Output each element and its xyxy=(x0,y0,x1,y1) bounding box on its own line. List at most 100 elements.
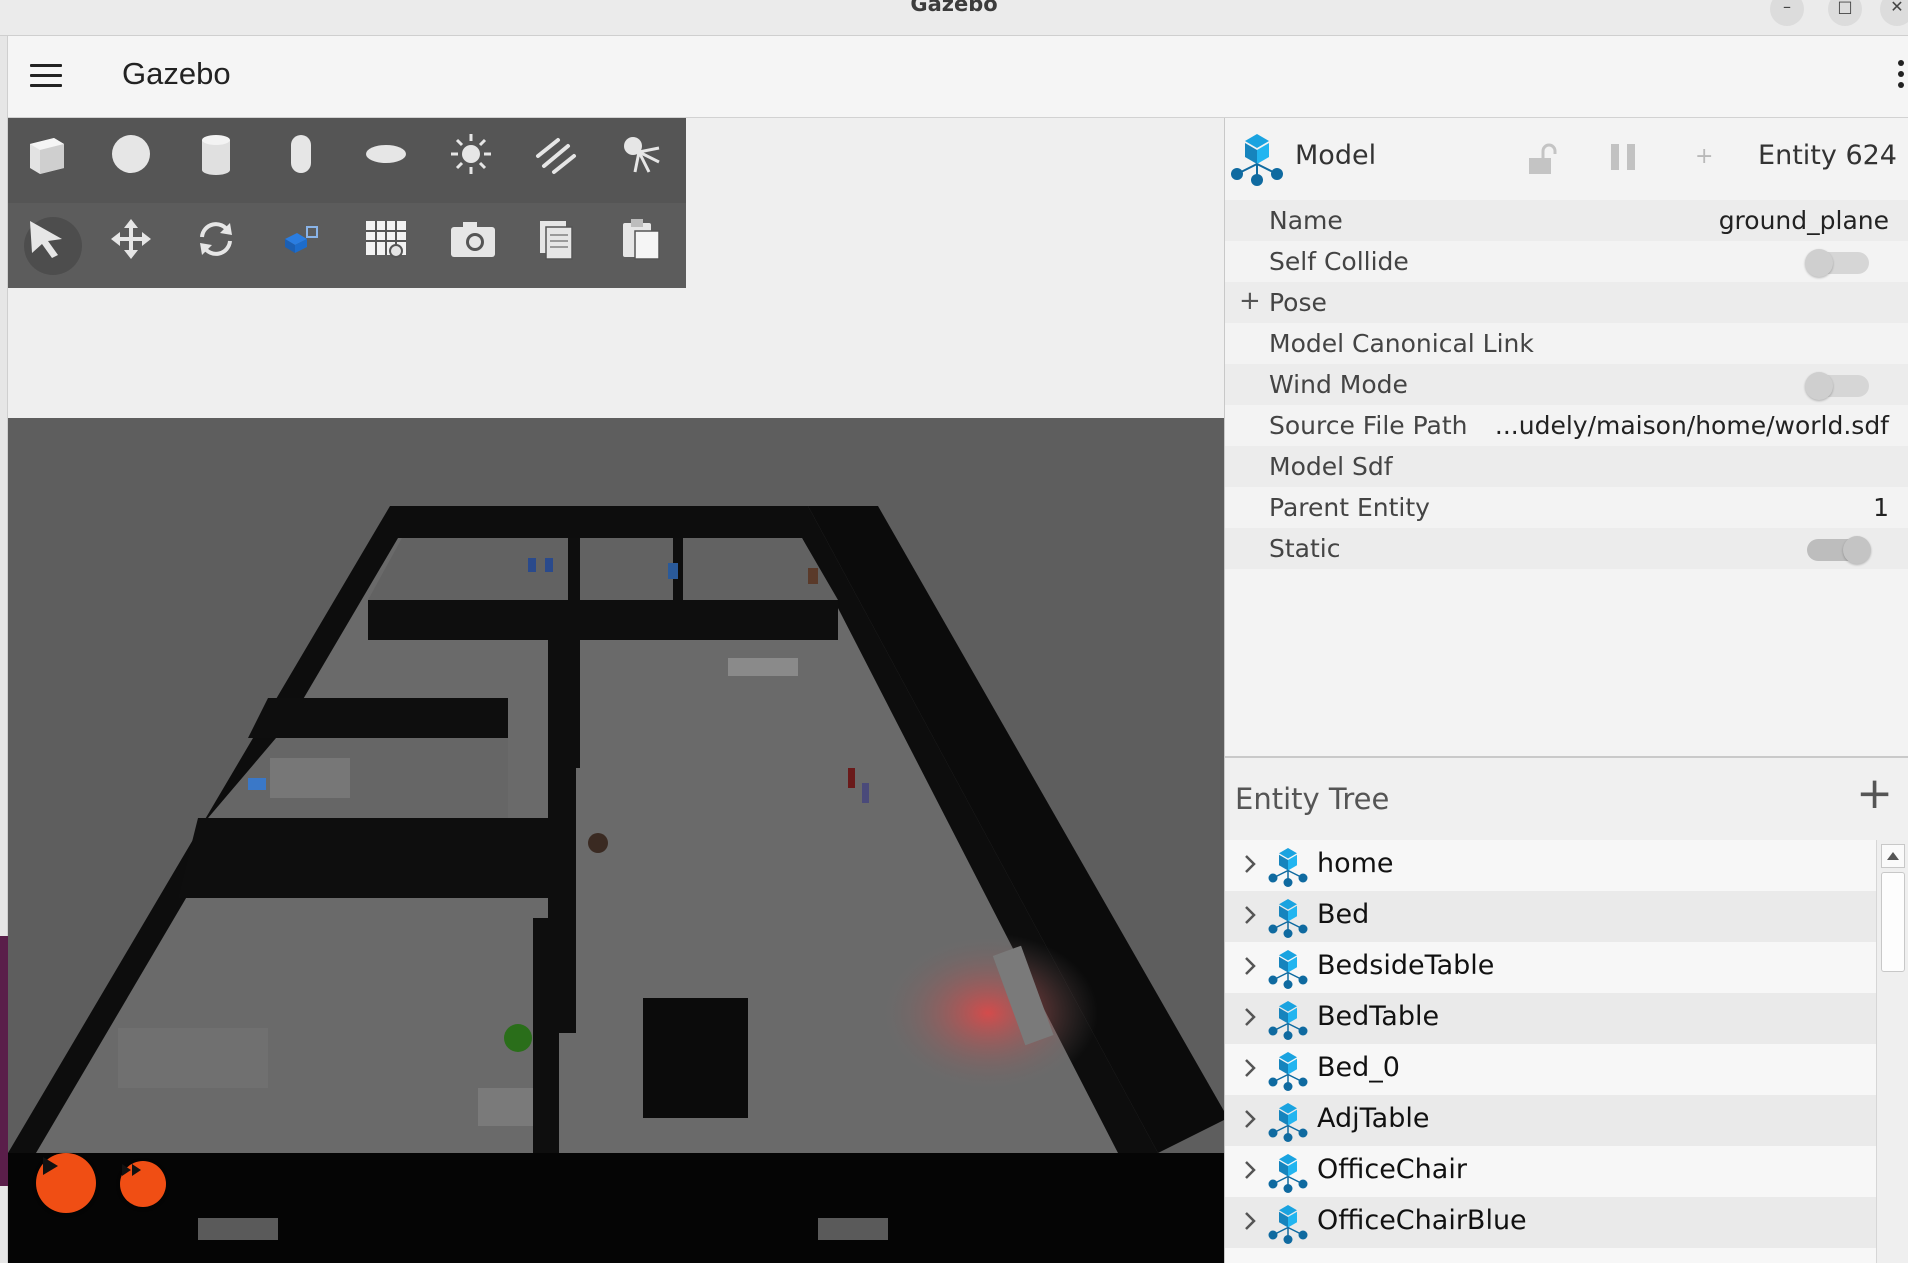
ellipsoid-icon[interactable] xyxy=(364,132,422,190)
chevron-right-icon[interactable] xyxy=(1243,1159,1257,1185)
model-icon xyxy=(1267,1100,1309,1146)
model-icon xyxy=(1229,130,1285,190)
entity-tree-title: Entity Tree xyxy=(1235,782,1390,816)
window-titlebar[interactable]: Gazebo – □ ✕ xyxy=(0,0,1908,36)
play-icon xyxy=(43,1157,58,1175)
expand-icon[interactable]: + xyxy=(1239,286,1261,316)
entity-tree-item-label: AdjTable xyxy=(1317,1103,1430,1134)
model-icon xyxy=(1267,1202,1309,1248)
prop-row-pose[interactable]: + Pose xyxy=(1225,282,1908,323)
kebab-menu-icon[interactable] xyxy=(1896,58,1906,98)
wind-mode-toggle[interactable] xyxy=(1805,372,1869,400)
screenshot-camera-icon[interactable] xyxy=(449,217,507,275)
prop-row-static: Static xyxy=(1225,528,1908,569)
minimize-icon: – xyxy=(1783,0,1791,16)
model-icon xyxy=(1267,845,1309,891)
right-panel: Model + Entity 624 Name ground_plane Sel… xyxy=(1224,118,1908,1263)
scene-toolbar xyxy=(8,118,686,288)
prop-label: Pose xyxy=(1269,288,1327,317)
desktop-edge xyxy=(0,36,8,1263)
chevron-right-icon[interactable] xyxy=(1243,853,1257,879)
entity-tree-item[interactable]: BedTable xyxy=(1225,993,1876,1044)
scrollbar-thumb[interactable] xyxy=(1881,872,1905,972)
fast-forward-icon xyxy=(122,1164,141,1176)
prop-row-parent-entity: Parent Entity 1 xyxy=(1225,487,1908,528)
play-button[interactable] xyxy=(36,1153,96,1213)
box-icon[interactable] xyxy=(24,132,82,190)
prop-label: Wind Mode xyxy=(1269,370,1408,399)
entity-tree-item[interactable]: OfficeChairBlue xyxy=(1225,1197,1876,1248)
entity-tree-item-label: BedTable xyxy=(1317,1001,1440,1032)
sphere-icon[interactable] xyxy=(109,132,167,190)
chevron-right-icon[interactable] xyxy=(1243,1108,1257,1134)
self-collide-toggle[interactable] xyxy=(1805,249,1869,277)
gazebo-window: Gazebo – □ ✕ Gazebo Model + Entity 624 N… xyxy=(0,0,1908,1263)
transform-control-icon[interactable] xyxy=(279,217,337,275)
app-header: Gazebo xyxy=(8,36,1908,118)
prop-label: Parent Entity xyxy=(1269,493,1430,522)
copy-icon[interactable] xyxy=(534,217,592,275)
prop-label: Name xyxy=(1269,206,1343,235)
directional-light-icon[interactable] xyxy=(534,132,592,190)
entity-tree-scrollbar[interactable] xyxy=(1876,840,1908,1263)
scene-3d-viewport[interactable] xyxy=(8,118,1224,1263)
capsule-icon[interactable] xyxy=(279,132,337,190)
model-icon xyxy=(1267,998,1309,1044)
rotate-icon[interactable] xyxy=(194,217,252,275)
pause-icon[interactable] xyxy=(1607,142,1639,176)
entity-tree-item-label: Bed xyxy=(1317,899,1370,930)
spot-light-icon[interactable] xyxy=(619,132,677,190)
unlock-icon[interactable] xyxy=(1525,142,1557,180)
prop-label: Source File Path xyxy=(1269,411,1468,440)
entity-tree-item[interactable]: OfficeChair xyxy=(1225,1146,1876,1197)
prop-row-wind-mode: Wind Mode xyxy=(1225,364,1908,405)
entity-tree-item[interactable]: BedsideTable xyxy=(1225,942,1876,993)
minimize-button[interactable]: – xyxy=(1770,0,1804,26)
close-button[interactable]: ✕ xyxy=(1880,0,1908,26)
point-light-icon[interactable] xyxy=(449,132,507,190)
translate-icon[interactable] xyxy=(109,217,167,275)
prop-row-model-sdf: Model Sdf xyxy=(1225,446,1908,487)
add-entity-button[interactable]: + xyxy=(1856,772,1893,816)
model-icon xyxy=(1267,947,1309,993)
entity-tree-item-label: OfficeChair xyxy=(1317,1154,1467,1185)
prop-value[interactable]: ground_plane xyxy=(1719,206,1889,235)
chevron-right-icon[interactable] xyxy=(1243,1057,1257,1083)
entity-tree-item[interactable]: home xyxy=(1225,840,1876,891)
maximize-button[interactable]: □ xyxy=(1828,0,1862,26)
entity-tree-list: home Bed BedsideTable BedTable Bed_0 AdjTable… xyxy=(1225,840,1876,1263)
chevron-right-icon[interactable] xyxy=(1243,1006,1257,1032)
scroll-up-arrow-icon[interactable] xyxy=(1881,844,1905,868)
cylinder-icon[interactable] xyxy=(194,132,252,190)
scene-render xyxy=(8,118,1224,1263)
static-toggle[interactable] xyxy=(1807,536,1871,564)
select-icon[interactable] xyxy=(24,217,82,275)
entity-tree-item-label: Bed_0 xyxy=(1317,1052,1400,1083)
chevron-right-icon[interactable] xyxy=(1243,1210,1257,1236)
paste-icon[interactable] xyxy=(619,217,677,275)
hamburger-menu-icon[interactable] xyxy=(30,62,64,90)
grid-snap-icon[interactable] xyxy=(364,217,422,275)
shapes-toolbar-row xyxy=(8,118,686,203)
prop-row-source-file-path: Source File Path ...udely/maison/home/wo… xyxy=(1225,405,1908,446)
entity-tree-item[interactable]: Bed xyxy=(1225,891,1876,942)
prop-label: Self Collide xyxy=(1269,247,1409,276)
window-title: Gazebo xyxy=(910,0,998,16)
prop-row-self-collide: Self Collide xyxy=(1225,241,1908,282)
component-inspector-header: Model + Entity 624 xyxy=(1225,118,1908,200)
entity-tree-item[interactable]: Bed_0 xyxy=(1225,1044,1876,1095)
entity-tree-item-label: home xyxy=(1317,848,1394,879)
model-icon xyxy=(1267,896,1309,942)
prop-label: Static xyxy=(1269,534,1341,563)
chevron-right-icon[interactable] xyxy=(1243,955,1257,981)
entity-tree-item[interactable]: AdjTable xyxy=(1225,1095,1876,1146)
prop-label: Model Canonical Link xyxy=(1269,329,1534,358)
entity-tree-item-label: OfficeChairBlue xyxy=(1317,1205,1527,1236)
maximize-icon: □ xyxy=(1837,0,1853,16)
transform-toolbar-row xyxy=(8,203,686,288)
entity-tree-header: Entity Tree + xyxy=(1225,758,1908,840)
chevron-right-icon[interactable] xyxy=(1243,904,1257,930)
step-forward-button[interactable] xyxy=(120,1161,166,1207)
entity-tree-item-label: BedsideTable xyxy=(1317,950,1495,981)
add-component-button[interactable]: + xyxy=(1695,144,1713,169)
